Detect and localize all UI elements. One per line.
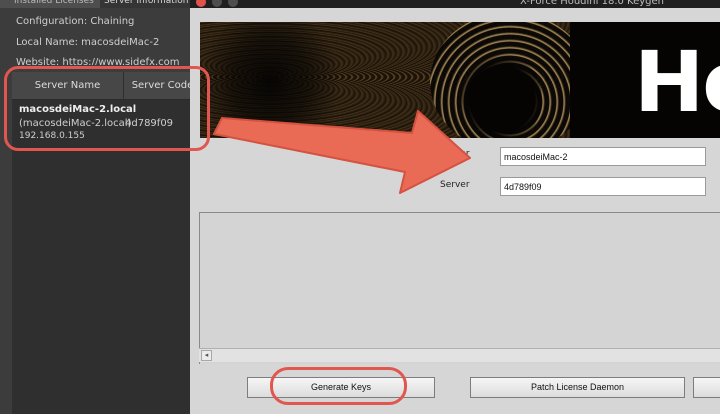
configuration-text: Configuration: Chaining	[16, 16, 135, 27]
minimize-window-icon[interactable]	[212, 0, 222, 7]
license-admin-panel: Installed Licenses Server Information Co…	[0, 0, 200, 414]
server-code-input[interactable]	[500, 177, 706, 196]
server-name-label: Server	[440, 149, 470, 159]
scroll-left-arrow-icon[interactable]: ◂	[201, 350, 212, 361]
banner-logo-text: Ho	[634, 33, 720, 131]
extra-button[interactable]	[693, 377, 720, 398]
server-name-input[interactable]	[500, 147, 706, 166]
keygen-banner: Ho	[200, 22, 720, 138]
maximize-window-icon[interactable]	[228, 0, 238, 7]
website-text[interactable]: Website: https://www.sidefx.com	[16, 56, 180, 65]
window-titlebar[interactable]: X-Force Houdini 18.0 Keygen	[190, 0, 720, 8]
close-window-icon[interactable]	[196, 0, 206, 7]
fingerprint-swirl-left	[200, 22, 340, 138]
key-output-area[interactable]	[199, 212, 720, 364]
server-code-label: Server	[440, 180, 470, 190]
server-table-highlight	[4, 66, 210, 151]
generate-button-highlight	[270, 367, 407, 405]
horizontal-scrollbar[interactable]: ◂	[199, 348, 720, 362]
local-name-text: Local Name: macosdeiMac-2	[16, 37, 160, 48]
patch-license-daemon-button[interactable]: Patch License Daemon	[470, 377, 685, 398]
keygen-window: X-Force Houdini 18.0 Keygen Ho Server Se…	[190, 0, 720, 414]
license-tab-bar: Installed Licenses Server Information	[0, 0, 200, 8]
swirl-core	[462, 54, 542, 138]
tab-server-information[interactable]: Server Information	[100, 0, 193, 8]
window-title: X-Force Houdini 18.0 Keygen	[520, 0, 665, 7]
tab-installed-licenses[interactable]: Installed Licenses	[14, 0, 94, 8]
